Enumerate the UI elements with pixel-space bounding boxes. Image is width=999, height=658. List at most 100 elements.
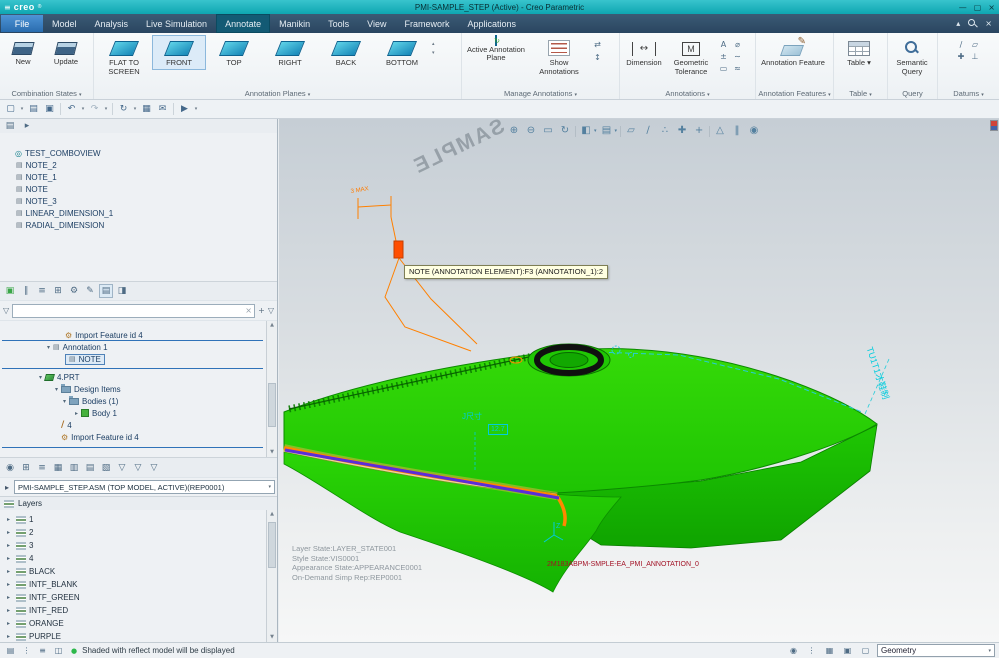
- app-menu-icon[interactable]: ≡: [4, 3, 11, 12]
- file-menu-button[interactable]: File: [1, 15, 43, 32]
- tree-grid-icon[interactable]: ⊞: [19, 461, 33, 475]
- tab-tools[interactable]: Tools: [319, 14, 358, 33]
- selected-note-item[interactable]: ▤ NOTE: [65, 353, 105, 365]
- regenerate-caret-icon[interactable]: ▾: [132, 106, 138, 112]
- layer-row[interactable]: ▸ 3: [0, 539, 277, 552]
- csys-display-icon[interactable]: ✚: [675, 124, 689, 138]
- repaint-icon[interactable]: ↻: [558, 124, 572, 138]
- redo-caret-icon[interactable]: ▾: [103, 106, 109, 112]
- layer-row[interactable]: ▸ INTF_RED: [0, 604, 277, 617]
- tree-row[interactable]: ▤ LINEAR_DIMENSION_1: [0, 207, 277, 219]
- planes-scroll-down-icon[interactable]: ▾: [432, 50, 435, 56]
- expand-arrow-icon[interactable]: ▸: [4, 581, 13, 588]
- saved-orientations-caret-icon[interactable]: ▾: [615, 128, 618, 134]
- model-tree-icon[interactable]: ▤: [3, 119, 17, 133]
- panel-flag-icon[interactable]: [990, 120, 998, 131]
- window-manager-icon[interactable]: ▦: [139, 102, 154, 117]
- table-view-icon[interactable]: ▦: [51, 461, 65, 475]
- scroll-down-icon[interactable]: ▼: [267, 448, 277, 457]
- expand-arrow-icon[interactable]: ▸: [4, 633, 13, 640]
- expand-arrow-icon[interactable]: ▸: [4, 555, 13, 562]
- select-cursor-icon[interactable]: ▸: [2, 483, 12, 492]
- flat-annotation-text[interactable]: 2M183ABPM-SMPLE-EA_PMI_ANNOTATION_0: [547, 561, 699, 568]
- group-label-annotation-features[interactable]: Annotation Features ▾: [756, 89, 833, 98]
- new-combination-state-button[interactable]: New: [2, 35, 44, 69]
- flat-to-screen-button[interactable]: FLAT TO SCREEN: [96, 35, 152, 78]
- update-combination-state-button[interactable]: Update: [44, 35, 88, 69]
- tree-row[interactable]: ▾ ▤ Annotation 1: [0, 341, 277, 353]
- group-label-table[interactable]: Table ▾: [834, 89, 887, 98]
- collapse-arrow-icon[interactable]: ▾: [44, 344, 53, 351]
- tab-model[interactable]: Model: [43, 14, 86, 33]
- maximize-icon[interactable]: ▢: [974, 3, 982, 12]
- expand-arrow-icon[interactable]: ▸: [4, 568, 13, 575]
- new-file-caret-icon[interactable]: ▾: [19, 106, 25, 112]
- diameter-annotation-icon[interactable]: ⌀: [731, 39, 744, 50]
- show-annotations-button[interactable]: Show Annotations: [528, 35, 590, 78]
- top-plane-button[interactable]: TOP: [206, 35, 262, 70]
- edit-icon[interactable]: ✎: [83, 284, 97, 298]
- tab-annotate[interactable]: Annotate: [216, 14, 271, 33]
- scroll-up-icon[interactable]: ▲: [267, 510, 277, 519]
- pattern-view-icon[interactable]: ▧: [99, 461, 113, 475]
- redo-icon[interactable]: ↷: [87, 102, 102, 117]
- tab-view[interactable]: View: [358, 14, 395, 33]
- spin-center-icon[interactable]: +: [692, 124, 706, 138]
- selected-items-icon[interactable]: ◉: [787, 644, 800, 657]
- scroll-down-icon[interactable]: ▼: [267, 633, 277, 642]
- datum-axis-icon[interactable]: ∕: [955, 39, 968, 50]
- tree2-scrollbar[interactable]: ▲ ▼: [266, 321, 277, 457]
- camera-icon[interactable]: ◉: [747, 124, 761, 138]
- tree-row[interactable]: ▸ Body 1: [0, 407, 277, 419]
- display-style-caret-icon[interactable]: ▾: [594, 128, 597, 134]
- tab-applications[interactable]: Applications: [459, 14, 526, 33]
- grid-icon[interactable]: ⊞: [51, 284, 65, 298]
- layer-row[interactable]: ▸ ORANGE: [0, 617, 277, 630]
- mid-annotation-text[interactable]: J尺寸: [462, 411, 482, 422]
- filter-funnel-icon[interactable]: ▽: [3, 306, 9, 315]
- layer-row[interactable]: ▸ PURPLE: [0, 630, 277, 642]
- tree-row-root[interactable]: ◎ TEST_COMBOVIEW: [0, 147, 277, 159]
- datum-plane-display-icon[interactable]: ▱: [624, 124, 638, 138]
- planes-scroll-up-icon[interactable]: ▴: [432, 41, 435, 47]
- bottom-plane-button[interactable]: BOTTOM: [374, 35, 430, 70]
- more-dots-icon[interactable]: ⋮: [805, 644, 818, 657]
- views-icon[interactable]: ▢: [859, 644, 872, 657]
- active-model-selector[interactable]: PMI-SAMPLE_STEP.ASM (TOP MODEL, ACTIVE)(…: [14, 480, 275, 494]
- layer-row[interactable]: ▸ 2: [0, 526, 277, 539]
- regenerate-icon[interactable]: ↻: [116, 102, 131, 117]
- tree-row[interactable]: ⚙ Import Feature id 4: [0, 431, 277, 443]
- table-button[interactable]: Table ▾: [836, 35, 882, 70]
- tab-analysis[interactable]: Analysis: [86, 14, 138, 33]
- annotation-feature-button[interactable]: ✎ Annotation Feature: [758, 35, 828, 70]
- tab-live-simulation[interactable]: Live Simulation: [137, 14, 216, 33]
- tree-row[interactable]: ▾ Design Items: [0, 383, 277, 395]
- datum-plane-icon[interactable]: ▱: [969, 39, 982, 50]
- minimize-icon[interactable]: —: [959, 3, 967, 12]
- quickbar-more-icon[interactable]: ▾: [193, 106, 199, 112]
- tree-row[interactable]: ▤ RADIAL_DIMENSION: [0, 219, 277, 231]
- tree-row[interactable]: ▤ NOTE_2: [0, 159, 277, 171]
- expand-arrow-icon[interactable]: ▸: [4, 529, 13, 536]
- filter-off-icon[interactable]: ▽: [131, 461, 145, 475]
- tree-row[interactable]: ▾ 4.PRT: [0, 371, 277, 383]
- refit-icon[interactable]: ▭: [541, 124, 555, 138]
- symbol-annotation-icon[interactable]: ▭: [717, 63, 730, 74]
- tree-row[interactable]: ▤ NOTE: [0, 183, 277, 195]
- group-label-annotations[interactable]: Annotations ▾: [620, 89, 755, 98]
- note-annotation-icon[interactable]: A: [717, 39, 730, 50]
- scrollbar-thumb[interactable]: [268, 522, 276, 568]
- columns-icon[interactable]: ∥: [19, 284, 33, 298]
- model-tree-toggle-icon[interactable]: ▤: [4, 644, 17, 657]
- group-label-manage-annotations[interactable]: Manage Annotations ▾: [462, 89, 619, 98]
- group-label-datums[interactable]: Datums ▾: [938, 89, 999, 98]
- undo-caret-icon[interactable]: ▾: [80, 106, 86, 112]
- list-icon[interactable]: ≡: [35, 284, 49, 298]
- detail-list-icon[interactable]: ≡: [36, 644, 49, 657]
- back-plane-button[interactable]: BACK: [318, 35, 374, 70]
- collapse-arrow-icon[interactable]: ▾: [52, 386, 61, 393]
- datum-point-display-icon[interactable]: ∴: [658, 124, 672, 138]
- tree-filter-input[interactable]: [13, 304, 244, 317]
- snapshot-icon[interactable]: ▣: [841, 644, 854, 657]
- browser-toggle-icon[interactable]: ◫: [52, 644, 65, 657]
